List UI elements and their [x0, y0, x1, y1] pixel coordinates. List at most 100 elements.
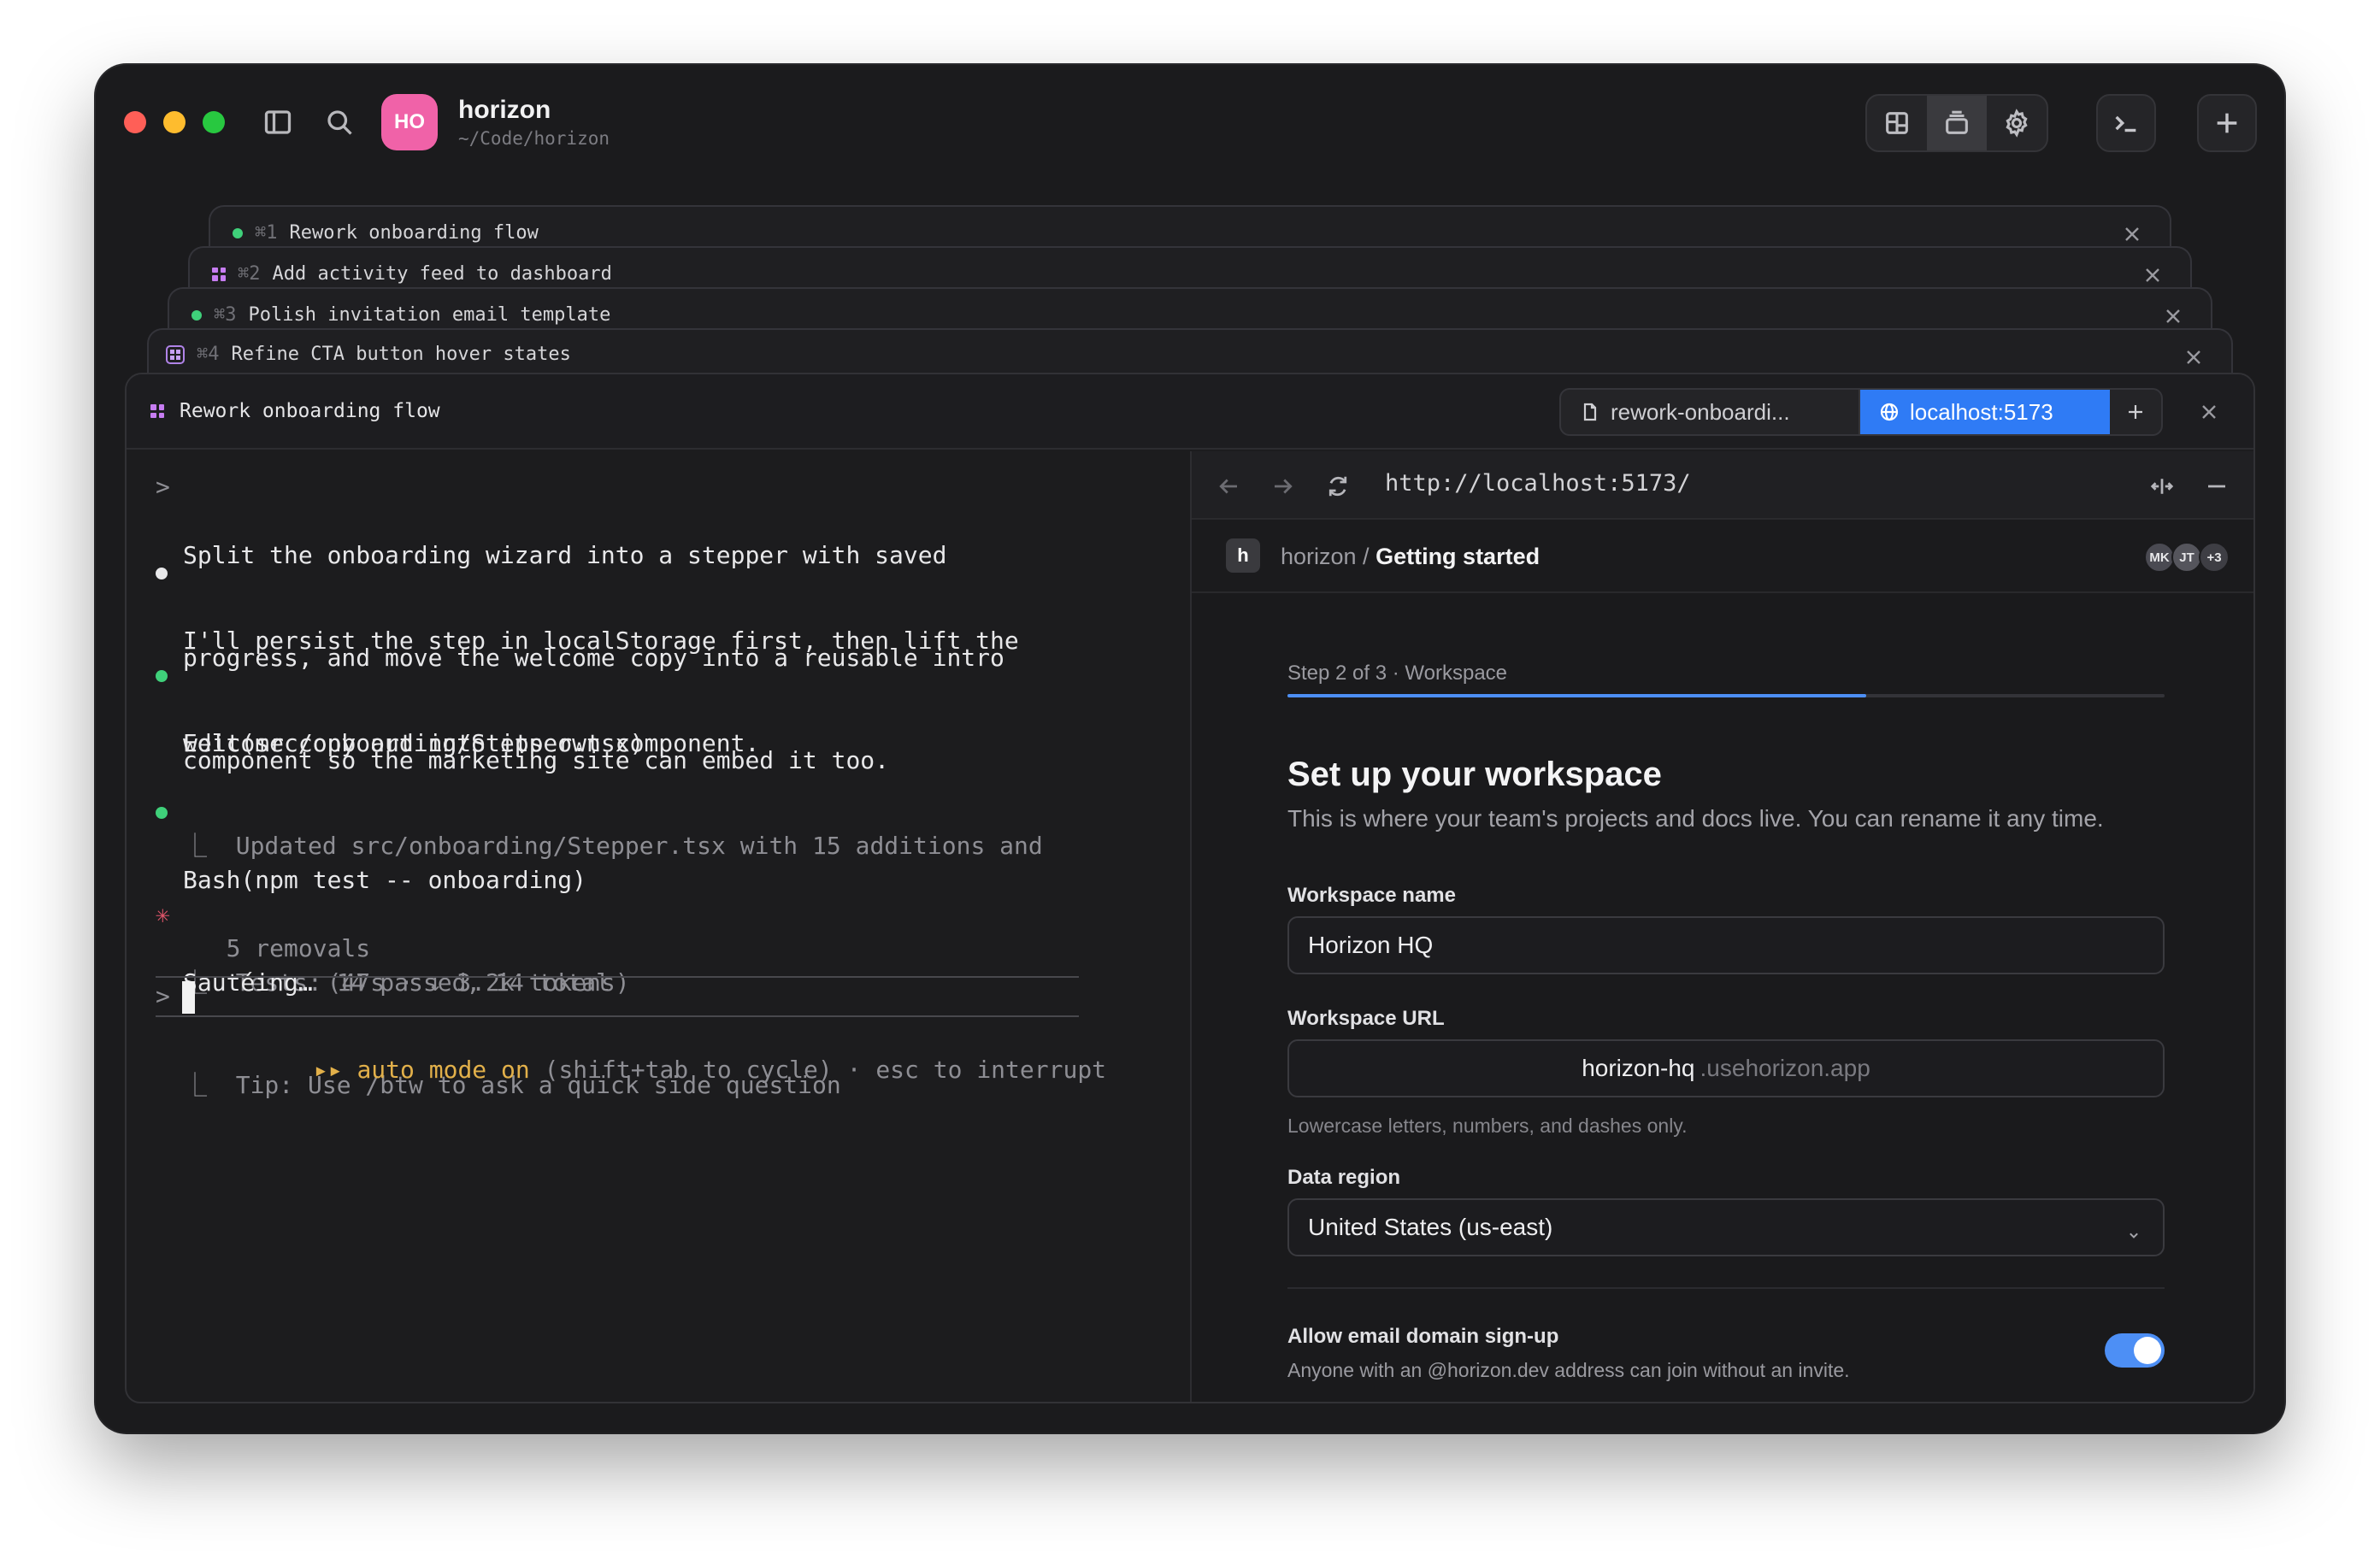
tab-file[interactable]: rework-onboardi... — [1561, 390, 1860, 434]
minimize-icon[interactable] — [2204, 474, 2230, 499]
back-arrow-icon[interactable] — [1216, 474, 1241, 499]
sidebar-toggle-icon[interactable] — [260, 104, 296, 140]
message-bullet-icon — [156, 568, 168, 579]
avatar: JT — [2171, 542, 2202, 573]
zoom-window-button[interactable] — [203, 111, 225, 133]
terminal-button[interactable] — [2096, 94, 2156, 152]
workspace-url-label: Workspace URL — [1287, 1007, 1445, 1030]
close-icon[interactable] — [2142, 265, 2163, 285]
project-name: horizon — [458, 96, 551, 124]
mode-hint: (shift+tab to cycle) · esc to interrupt — [544, 1056, 1107, 1084]
workspace-url-input[interactable]: horizon-hq .usehorizon.app — [1287, 1039, 2165, 1097]
close-panel-button[interactable] — [2199, 402, 2219, 427]
browser-toolbar: http://localhost:5173/ — [1192, 451, 2253, 520]
file-icon — [1583, 403, 1597, 421]
avatar-overflow: +3 — [2199, 542, 2230, 573]
session-tab-2-label: ⌘2 Add activity feed to dashboard — [212, 263, 612, 285]
text-cursor — [181, 981, 195, 1014]
stack-icon — [1946, 110, 1968, 134]
tab-browser[interactable]: localhost:5173 — [1860, 390, 2110, 434]
status-word: Sautéing… — [183, 968, 313, 997]
session-title: Refine CTA button hover states — [231, 344, 571, 365]
step-label: Step 2 of 3 · Workspace — [1287, 662, 1508, 685]
status-dot-icon — [191, 309, 202, 321]
chevron-down-icon — [2125, 1222, 2142, 1250]
browser-pane: http://localhost:5173/ h horizon / Getti… — [1192, 451, 2253, 1402]
board-view-button[interactable] — [1867, 96, 1927, 150]
globe-icon — [1880, 403, 1899, 421]
close-icon — [2202, 405, 2216, 419]
gear-icon — [2006, 109, 2028, 138]
signup-help: Anyone with an @horizon.dev address can … — [1287, 1359, 1850, 1381]
workspace-url-value: horizon-hq — [1582, 1055, 1695, 1081]
app-logo[interactable]: h — [1226, 538, 1260, 573]
forward-arrow-icon[interactable] — [1270, 474, 1296, 499]
running-icon — [150, 404, 164, 418]
signup-label: Allow email domain sign-up — [1287, 1325, 1559, 1348]
shortcut-label: ⌘2 — [238, 263, 261, 285]
breadcrumb-root[interactable]: horizon / — [1281, 544, 1376, 569]
status-meta: (47s · ↓ 3.2k tokens) — [327, 968, 630, 997]
board-icon — [1886, 112, 1908, 134]
new-session-button[interactable] — [2197, 94, 2257, 152]
session-title: Add activity feed to dashboard — [272, 263, 612, 285]
tool-call-label: Edit(src/onboarding/Stepper.tsx) — [183, 729, 645, 757]
workspace-name-input[interactable]: Horizon HQ — [1287, 916, 2165, 974]
breadcrumb: horizon / Getting started — [1281, 544, 1540, 570]
input-line[interactable]: > — [156, 980, 195, 1014]
toggle-knob — [2134, 1337, 2161, 1364]
minimize-window-button[interactable] — [163, 111, 186, 133]
close-icon[interactable] — [2183, 347, 2204, 368]
reload-icon[interactable] — [1325, 474, 1351, 499]
input-prompt: > — [156, 982, 170, 1010]
step-progress-fill — [1287, 694, 1867, 697]
mode-label: auto mode on — [356, 1056, 530, 1084]
form-title: Set up your workspace — [1287, 756, 1662, 793]
tab-file-label: rework-onboardi... — [1611, 398, 1790, 425]
search-icon[interactable] — [321, 104, 357, 140]
panel-tab-bar: rework-onboardi... localhost:5173 — [1559, 388, 2163, 436]
project-path: ~/Code/horizon — [458, 128, 610, 149]
terminal-icon — [2115, 115, 2136, 132]
resize-horizontal-icon[interactable] — [2149, 474, 2175, 499]
pending-icon — [166, 344, 185, 364]
settings-button[interactable] — [1987, 96, 2047, 150]
close-icon[interactable] — [2122, 224, 2142, 244]
signup-toggle[interactable] — [2105, 1333, 2165, 1368]
stack-view-button[interactable] — [1927, 96, 1987, 150]
close-window-button[interactable] — [124, 111, 146, 133]
session-title: Rework onboarding flow — [289, 222, 539, 244]
shortcut-label: ⌘4 — [197, 344, 220, 365]
assistant-line: I'll persist the step in localStorage fi… — [183, 627, 1019, 655]
session-tab-4-label: ⌘4 Refine CTA button hover states — [166, 344, 571, 365]
mode-line[interactable]: ▸▸ auto mode on (shift+tab to cycle) · e… — [198, 1019, 1106, 1121]
region-select[interactable]: United States (us-east) — [1287, 1198, 2165, 1256]
add-tab-button[interactable] — [2110, 390, 2161, 434]
address-field[interactable]: http://localhost:5173/ — [1385, 470, 1691, 497]
shortcut-label: ⌘1 — [255, 222, 278, 244]
workspace-name-value: Horizon HQ — [1308, 932, 1434, 958]
tab-browser-label: localhost:5173 — [1910, 398, 2053, 425]
region-label: Data region — [1287, 1166, 1401, 1189]
breadcrumb-current: Getting started — [1376, 544, 1541, 569]
prompt-marker: > — [156, 473, 170, 501]
running-icon — [212, 267, 226, 281]
panel-title-text: Rework onboarding flow — [180, 400, 440, 422]
close-icon[interactable] — [2163, 306, 2183, 327]
input-top-rule — [156, 976, 1079, 978]
project-avatar[interactable]: HO — [381, 94, 438, 150]
view-switcher — [1865, 94, 2048, 152]
session-tab-1-label: ⌘1 Rework onboarding flow — [233, 222, 539, 244]
collaborator-avatars[interactable]: MK JT +3 — [2144, 542, 2230, 573]
app-header: h horizon / Getting started MK JT +3 — [1192, 520, 2253, 593]
fast-forward-icon: ▸▸ — [313, 1056, 343, 1084]
form-subtitle: This is where your team's projects and d… — [1287, 805, 2104, 832]
session-panel: Rework onboarding flow rework-onboardi..… — [125, 373, 2255, 1403]
status-dot-icon — [233, 227, 243, 238]
plus-icon — [2217, 113, 2237, 133]
session-title: Polish invitation email template — [248, 304, 611, 326]
panel-header: Rework onboarding flow rework-onboardi..… — [127, 374, 2253, 450]
region-value: United States (us-east) — [1308, 1214, 1553, 1240]
plus-icon — [2129, 405, 2142, 419]
terminal-pane[interactable]: > Split the onboarding wizard into a ste… — [127, 451, 1190, 1402]
